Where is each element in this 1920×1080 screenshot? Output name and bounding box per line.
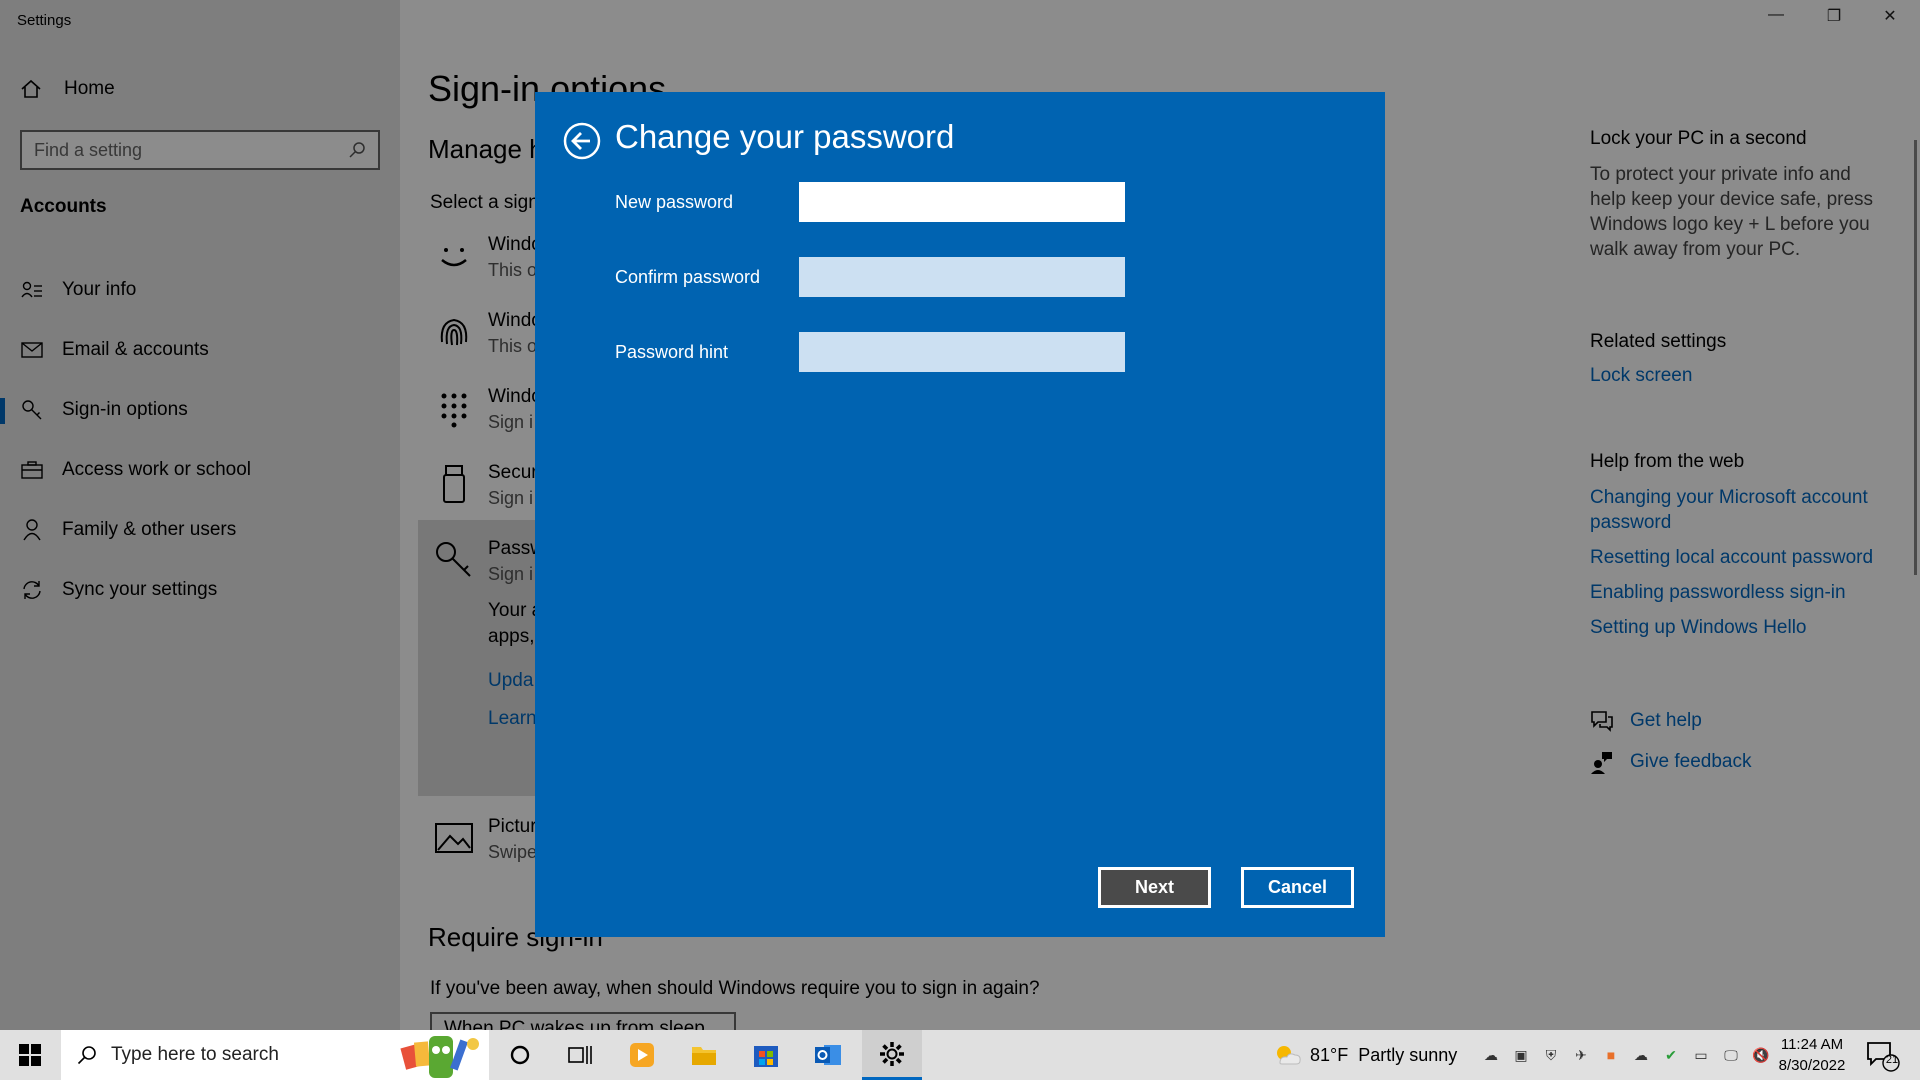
back-arrow-icon[interactable] <box>563 122 601 160</box>
media-player-icon <box>630 1043 654 1067</box>
gear-icon <box>880 1041 904 1066</box>
taskbar-store[interactable] <box>736 1030 796 1080</box>
bluetooth-icon[interactable]: ✈ <box>1566 1047 1596 1064</box>
taskbar-settings[interactable] <box>862 1030 922 1080</box>
taskbar: Type here to search 81°F Partly sunny ☁ <box>0 1030 1920 1080</box>
partly-sunny-icon <box>1277 1046 1301 1065</box>
windows-logo-icon <box>19 1044 41 1066</box>
dialog-title: Change your password <box>615 118 955 155</box>
next-button[interactable]: Next <box>1098 867 1211 908</box>
new-password-label: New password <box>615 192 734 212</box>
taskbar-file-explorer[interactable] <box>674 1030 734 1080</box>
clock[interactable]: 11:24 AM 8/30/2022 <box>1772 1034 1852 1076</box>
new-password-field[interactable] <box>799 182 1125 222</box>
cloud-sync-icon[interactable]: ☁ <box>1626 1047 1656 1064</box>
weather-temp: 81°F <box>1310 1044 1349 1065</box>
security-shield-icon[interactable]: ⛨ <box>1536 1047 1566 1064</box>
task-view-icon <box>568 1046 592 1064</box>
clock-date: 8/30/2022 <box>1778 1057 1846 1074</box>
network-icon[interactable]: 🖵 <box>1716 1047 1746 1064</box>
taskbar-search-box[interactable]: Type here to search <box>61 1030 489 1080</box>
app-tray-icon[interactable]: ■ <box>1596 1047 1626 1063</box>
clock-time: 11:24 AM <box>1780 1036 1844 1053</box>
search-highlight-illustration-icon <box>400 1036 479 1078</box>
outlook-icon <box>815 1045 841 1065</box>
store-icon <box>754 1046 778 1067</box>
start-button[interactable] <box>0 1030 60 1080</box>
weather-text: Partly sunny <box>1358 1044 1458 1065</box>
confirm-password-field[interactable] <box>799 257 1125 297</box>
taskbar-outlook[interactable] <box>798 1030 858 1080</box>
confirm-password-label: Confirm password <box>615 267 761 287</box>
notification-count: 21 <box>1885 1054 1899 1066</box>
notification-center-button[interactable]: 21 <box>1866 1040 1902 1072</box>
cortana-circle-icon <box>510 1045 530 1065</box>
taskbar-media-app[interactable] <box>612 1030 672 1080</box>
weather-widget[interactable]: 81°F Partly sunny <box>1272 1030 1457 1080</box>
taskbar-search-placeholder: Type here to search <box>111 1044 279 1065</box>
onedrive-icon[interactable]: ☁ <box>1476 1047 1506 1064</box>
password-hint-label: Password hint <box>615 342 729 362</box>
password-hint-field[interactable] <box>799 332 1125 372</box>
cortana-button[interactable] <box>490 1030 550 1080</box>
task-view-button[interactable] <box>550 1030 610 1080</box>
meet-now-icon[interactable]: ▣ <box>1506 1047 1536 1064</box>
search-icon <box>77 1046 96 1065</box>
update-icon[interactable]: ✔ <box>1656 1047 1686 1064</box>
system-tray: ☁ ▣ ⛨ ✈ ■ ☁ ✔ ▭ 🖵 🔇 <box>1476 1030 1776 1080</box>
change-password-dialog: Change your password New password Confir… <box>535 92 1385 937</box>
display-icon[interactable]: ▭ <box>1686 1047 1716 1064</box>
cancel-button[interactable]: Cancel <box>1241 867 1354 908</box>
folder-icon <box>692 1047 716 1065</box>
